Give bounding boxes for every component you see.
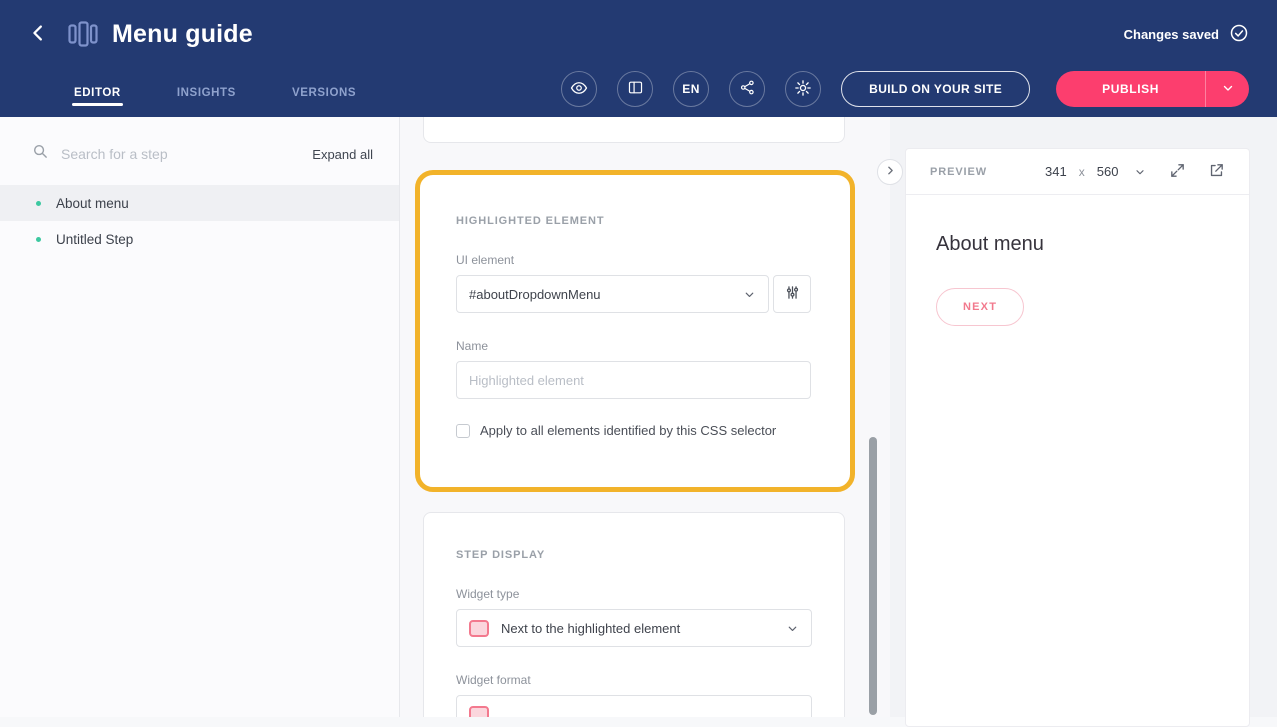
header-actions: EN BUILD ON YOUR SITE PUBLISH xyxy=(561,71,1249,117)
preview-height-value: 560 xyxy=(1097,164,1119,179)
ui-element-select[interactable]: #aboutDropdownMenu xyxy=(456,275,769,313)
language-label: EN xyxy=(682,82,700,96)
preview-size-x: x xyxy=(1079,165,1085,179)
widget-format-label: Widget format xyxy=(456,673,812,687)
chevron-right-icon xyxy=(884,164,897,180)
preview-next-button[interactable]: NEXT xyxy=(936,288,1024,326)
check-circle-icon xyxy=(1229,23,1249,46)
highlighted-element-name-input[interactable] xyxy=(456,361,811,399)
back-button[interactable] xyxy=(24,18,54,51)
expand-preview-button[interactable] xyxy=(1169,162,1186,182)
name-label: Name xyxy=(456,339,814,353)
section-title: STEP DISPLAY xyxy=(456,549,812,561)
publish-dropdown-button[interactable] xyxy=(1205,71,1249,107)
publish-group: PUBLISH xyxy=(1056,71,1249,107)
steps-list: About menu Untitled Step xyxy=(0,185,399,257)
apply-all-checkbox[interactable] xyxy=(456,424,470,438)
chevron-left-icon xyxy=(28,22,50,47)
apply-all-label: Apply to all elements identified by this… xyxy=(480,423,776,438)
open-preview-external-button[interactable] xyxy=(1208,162,1225,182)
search-step-input[interactable] xyxy=(61,146,312,162)
build-on-your-site-button[interactable]: BUILD ON YOUR SITE xyxy=(841,71,1030,107)
preview-region: PREVIEW 341 x 560 xyxy=(890,117,1277,717)
apply-all-row[interactable]: Apply to all elements identified by this… xyxy=(456,423,814,438)
highlighted-element-card: HIGHLIGHTED ELEMENT UI element #aboutDro… xyxy=(415,170,855,492)
step-item-about-menu[interactable]: About menu xyxy=(0,185,399,221)
page-title: Menu guide xyxy=(112,20,253,49)
widget-type-label: Widget type xyxy=(456,587,812,601)
tab-versions[interactable]: VERSIONS xyxy=(292,87,356,117)
sliders-icon xyxy=(784,284,801,304)
widget-format-select[interactable] xyxy=(456,695,812,717)
ui-element-label: UI element xyxy=(456,253,814,267)
step-label: Untitled Step xyxy=(56,232,133,247)
app: Menu guide Changes saved EDITOR INSIGHTS… xyxy=(0,0,1277,717)
step-dot-icon xyxy=(36,237,41,242)
diagonal-arrows-icon xyxy=(1169,162,1186,182)
previous-settings-card-partial xyxy=(423,117,845,143)
language-button[interactable]: EN xyxy=(673,71,709,107)
search-icon xyxy=(32,143,49,165)
ui-element-value: #aboutDropdownMenu xyxy=(469,287,743,302)
step-label: About menu xyxy=(56,196,129,211)
changes-saved-label: Changes saved xyxy=(1124,27,1219,42)
chevron-down-icon xyxy=(1221,81,1235,98)
chevron-down-icon xyxy=(1134,166,1146,178)
publish-button[interactable]: PUBLISH xyxy=(1056,71,1205,107)
widget-type-value: Next to the highlighted element xyxy=(501,621,786,636)
step-display-card: STEP DISPLAY Widget type Next to the hig… xyxy=(423,512,845,717)
expand-all-link[interactable]: Expand all xyxy=(312,147,373,162)
step-settings-panel: HIGHLIGHTED ELEMENT UI element #aboutDro… xyxy=(400,117,890,717)
section-title: HIGHLIGHTED ELEMENT xyxy=(456,215,814,227)
steps-sidebar: Expand all About menu Untitled Step xyxy=(0,117,400,717)
share-button[interactable] xyxy=(729,71,765,107)
preview-body: About menu NEXT xyxy=(906,195,1249,364)
step-item-untitled-step[interactable]: Untitled Step xyxy=(0,221,399,257)
guide-panels-icon xyxy=(68,21,98,47)
widget-format-icon xyxy=(469,706,489,718)
editor-tabs: EDITOR INSIGHTS VERSIONS xyxy=(74,87,356,117)
eye-icon xyxy=(570,79,588,100)
chevron-down-icon xyxy=(786,622,799,635)
settings-button[interactable] xyxy=(785,71,821,107)
share-icon xyxy=(739,79,756,99)
element-selector-settings-button[interactable] xyxy=(773,275,811,313)
layout-icon xyxy=(627,79,644,99)
chevron-down-icon xyxy=(743,288,756,301)
preview-header: PREVIEW 341 x 560 xyxy=(906,149,1249,195)
layout-button[interactable] xyxy=(617,71,653,107)
widget-type-select[interactable]: Next to the highlighted element xyxy=(456,609,812,647)
preview-size-dropdown[interactable]: 341 x 560 xyxy=(1045,164,1146,179)
external-link-icon xyxy=(1208,162,1225,182)
step-dot-icon xyxy=(36,201,41,206)
top-bar: Menu guide Changes saved EDITOR INSIGHTS… xyxy=(0,0,1277,117)
tab-editor[interactable]: EDITOR xyxy=(74,87,121,117)
gear-icon xyxy=(794,79,812,100)
tab-insights[interactable]: INSIGHTS xyxy=(177,87,236,117)
preview-width-value: 341 xyxy=(1045,164,1067,179)
preview-step-title: About menu xyxy=(936,233,1219,256)
preview-eye-button[interactable] xyxy=(561,71,597,107)
preview-card: PREVIEW 341 x 560 xyxy=(905,148,1250,727)
preview-title: PREVIEW xyxy=(930,166,987,178)
content-scrollbar[interactable] xyxy=(869,437,877,715)
collapse-preview-button[interactable] xyxy=(877,159,903,185)
widget-type-icon xyxy=(469,620,489,637)
changes-saved-status: Changes saved xyxy=(1124,23,1249,46)
